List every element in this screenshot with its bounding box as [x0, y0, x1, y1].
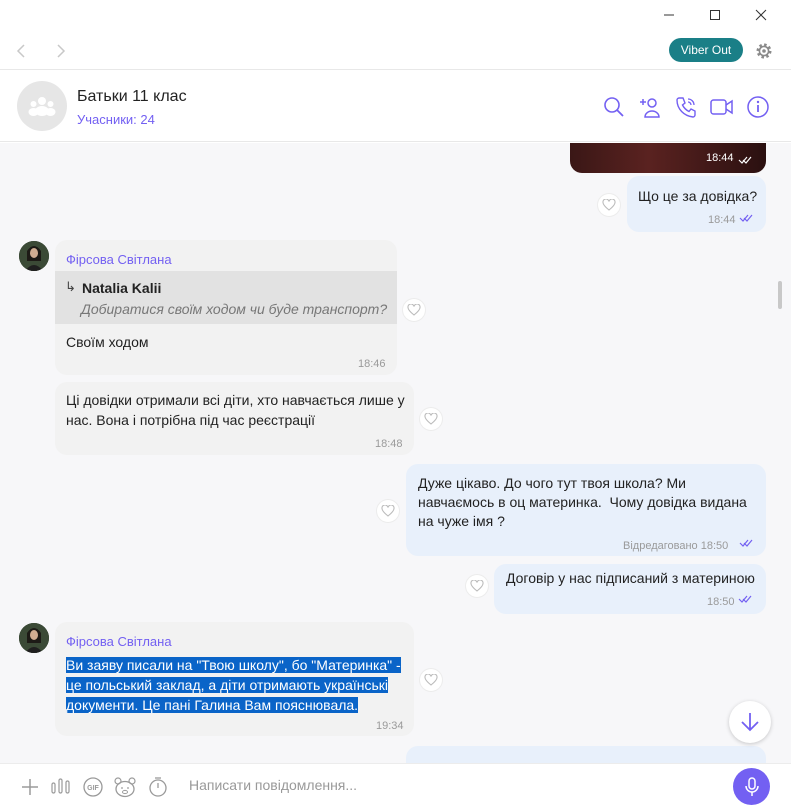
audio-waves-icon[interactable] — [49, 775, 73, 799]
message-text-line: на чуже імя ? — [418, 513, 505, 529]
svg-text:GIF: GIF — [87, 785, 99, 792]
message-time: Відредаговано 18:50 — [623, 540, 729, 552]
photo-message[interactable]: 18:44 — [570, 143, 766, 173]
microphone-icon — [744, 776, 759, 796]
outgoing-message[interactable]: Що це за довідка? 18:44 — [627, 176, 766, 232]
sender-avatar[interactable] — [19, 241, 49, 271]
reply-text: Добиратися своїм ходом чи буде транспорт… — [81, 301, 388, 317]
message-input[interactable]: Написати повідомлення... — [189, 777, 357, 793]
like-heart-icon[interactable] — [598, 194, 620, 216]
message-text-line: Ці довідки отримали всі діти, хто навчає… — [66, 392, 405, 408]
chat-title[interactable]: Батьки 11 клас — [77, 88, 187, 106]
message-list[interactable]: 18:44 Що це за довідка? 18:44 Фірсова Св… — [0, 143, 791, 763]
like-heart-icon[interactable] — [420, 669, 442, 691]
message-time: 18:46 — [358, 358, 386, 370]
message-time: 18:48 — [375, 438, 403, 450]
message-text-line: Ви заяву писали на "Твою школу", бо "Мат… — [66, 657, 401, 673]
like-heart-icon[interactable] — [420, 408, 442, 430]
double-check-icon — [738, 595, 752, 603]
minimize-icon[interactable] — [646, 0, 692, 30]
sticker-icon[interactable] — [113, 775, 137, 799]
message-text: Що це за довідка? — [638, 188, 758, 204]
message-time: 18:50 — [707, 596, 735, 608]
info-icon[interactable] — [745, 94, 771, 120]
gif-icon[interactable]: GIF — [81, 775, 105, 799]
maximize-icon[interactable] — [692, 0, 738, 30]
message-text-line: документи. Це пані Галина Вам пояснювала… — [66, 697, 359, 713]
close-icon[interactable] — [738, 0, 784, 30]
scrollbar-thumb[interactable] — [778, 281, 782, 309]
message-text: Договір у нас підписаний з материною — [506, 570, 755, 586]
incoming-message[interactable]: Ці довідки отримали всі діти, хто навчає… — [55, 382, 414, 455]
call-icon[interactable] — [673, 94, 699, 120]
sender-name[interactable]: Фірсова Світлана — [66, 250, 172, 270]
message-text-line: нас. Вона і потрібна під час реєстрації — [66, 412, 316, 428]
microphone-button[interactable] — [733, 768, 770, 805]
quoted-reply[interactable]: ↳ Natalia Kalii Добиратися своїм ходом ч… — [55, 271, 397, 324]
message-text-line: Дуже цікаво. До чого тут твоя школа? Ми — [418, 475, 686, 491]
group-avatar[interactable] — [17, 81, 67, 131]
chat-header: Батьки 11 клас Учасники: 24 — [0, 70, 791, 142]
scroll-to-bottom-button[interactable] — [729, 701, 771, 743]
double-check-icon — [738, 156, 752, 164]
reply-author: Natalia Kalii — [82, 280, 162, 296]
selected-message-text[interactable]: Ви заяву писали на "Твою школу", бо "Мат… — [66, 655, 401, 715]
incoming-message[interactable]: Фірсова Світлана Ви заяву писали на "Тво… — [55, 622, 414, 736]
viber-out-button[interactable]: Viber Out — [669, 38, 743, 62]
search-icon[interactable] — [601, 94, 627, 120]
sender-name[interactable]: Фірсова Світлана — [66, 632, 172, 652]
message-text: Своїм ходом — [66, 334, 149, 350]
sender-avatar[interactable] — [19, 623, 49, 653]
plus-icon[interactable] — [18, 775, 42, 799]
add-participant-icon[interactable] — [637, 94, 663, 120]
group-icon — [28, 97, 56, 116]
message-time: 18:44 — [706, 152, 734, 164]
message-time: 18:44 — [708, 214, 736, 226]
message-text-line: це польський заклад, а діти отримають ук… — [66, 677, 389, 693]
forward-arrow-icon[interactable] — [50, 40, 72, 62]
like-heart-icon[interactable] — [403, 299, 425, 321]
outgoing-message[interactable]: Договір у нас підписаний з материною 18:… — [494, 564, 766, 614]
gear-icon[interactable] — [753, 40, 775, 62]
timer-icon[interactable] — [146, 775, 170, 799]
message-time: 19:34 — [376, 720, 404, 732]
outgoing-message[interactable] — [406, 746, 766, 763]
outgoing-message[interactable]: Дуже цікаво. До чого тут твоя школа? Ми … — [406, 464, 766, 556]
reply-arrow-icon: ↳ — [65, 279, 76, 294]
like-heart-icon[interactable] — [466, 575, 488, 597]
navigation-bar: Viber Out — [0, 32, 791, 70]
video-call-icon[interactable] — [709, 94, 735, 120]
double-check-icon — [739, 214, 753, 222]
message-text-line: навчаємось в оц материнка. Чому довідка … — [418, 494, 747, 510]
back-arrow-icon[interactable] — [10, 40, 32, 62]
members-count[interactable]: Учасники: 24 — [77, 112, 155, 127]
window-titlebar — [0, 0, 791, 32]
like-heart-icon[interactable] — [377, 500, 399, 522]
message-composer: GIF Написати повідомлення... — [0, 763, 791, 812]
double-check-icon — [739, 539, 753, 547]
